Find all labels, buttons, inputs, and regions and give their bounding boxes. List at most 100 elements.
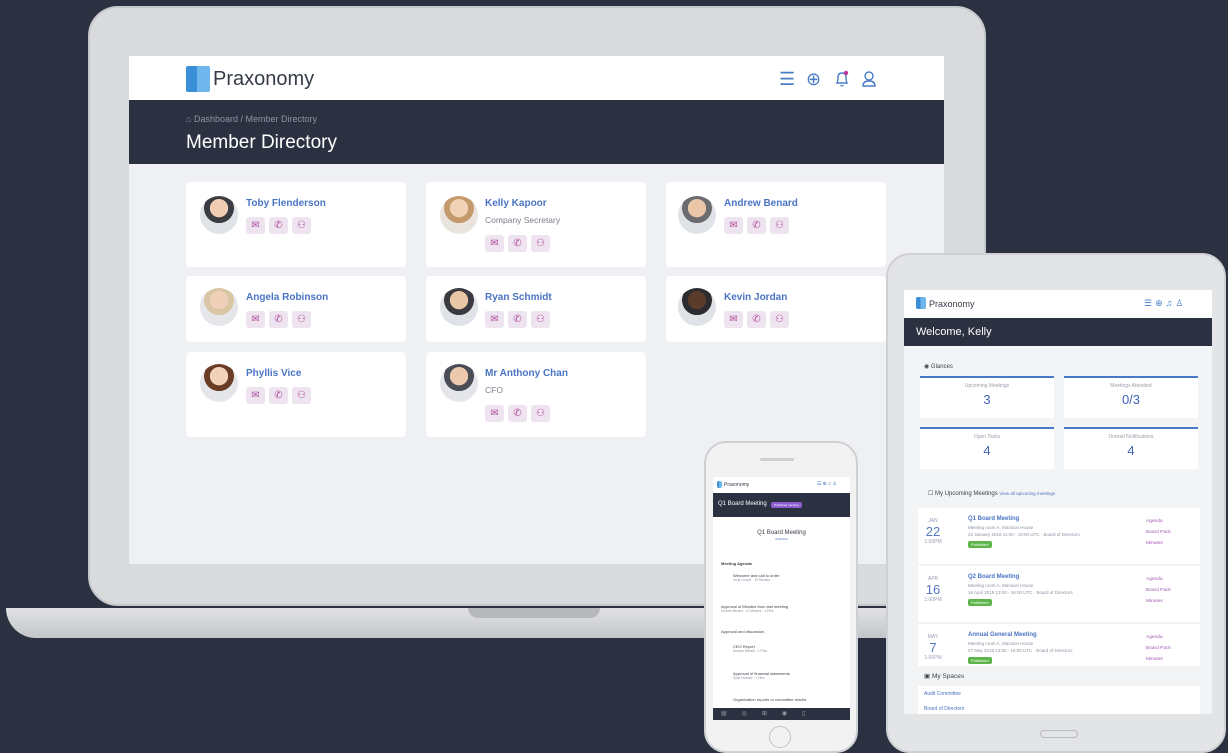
space-item[interactable]: Board of Directors (924, 706, 964, 712)
member-name[interactable]: Mr Anthony Chan (485, 368, 568, 379)
user-icon[interactable] (861, 70, 877, 91)
member-card: Andrew Benard ✉ ✆ ⚇ (666, 182, 886, 267)
email-icon[interactable]: ✉ (246, 387, 265, 404)
tablet-home-button (1040, 730, 1078, 738)
member-actions: ✉ ✆ ⚇ (246, 385, 315, 404)
agenda-item[interactable]: Approval of Minutes from last meeting And… (721, 604, 788, 613)
page-title: Member Directory (186, 132, 337, 153)
phone-icon[interactable]: ✆ (269, 217, 288, 234)
member-name[interactable]: Angela Robinson (246, 292, 328, 303)
profile-icon[interactable]: ⚇ (531, 235, 550, 252)
phone-bottom-bar[interactable]: ▤◎⊞◉▯ (713, 708, 850, 720)
meeting-links[interactable]: Agenda Board Pack Minutes (1146, 574, 1171, 607)
member-name[interactable]: Phyllis Vice (246, 368, 301, 379)
meeting-links[interactable]: Agenda Board Pack Minutes (1146, 632, 1171, 665)
home-icon[interactable]: ⌂ (186, 114, 191, 124)
member-role: Company Secretary (485, 215, 561, 225)
member-name[interactable]: Kevin Jordan (724, 292, 787, 303)
agenda-item[interactable]: Approval of financial statements Ryan How… (721, 671, 790, 680)
view-all-link[interactable]: View all upcoming meetings (999, 491, 1055, 496)
navbar-icons[interactable]: ☰⊕♫♙ (1144, 298, 1186, 309)
profile-icon[interactable]: ⚇ (770, 217, 789, 234)
avatar[interactable] (440, 288, 478, 326)
avatar[interactable] (678, 288, 716, 326)
navbar-icons[interactable]: ☰⊕♫♙ (817, 481, 838, 487)
glance-card[interactable]: Meetings Attended 0/3 (1064, 376, 1198, 418)
profile-icon[interactable]: ⚇ (531, 405, 550, 422)
profile-icon[interactable]: ⚇ (292, 311, 311, 328)
menu-icon[interactable]: ☰ (779, 70, 795, 88)
member-actions: ✉ ✆ ⚇ (724, 309, 793, 328)
phone-icon[interactable]: ✆ (747, 311, 766, 328)
meeting-location: Meeting room A, Mansion House (968, 641, 1034, 646)
meeting-links[interactable]: Agenda Board Pack Minutes (1146, 516, 1171, 549)
email-icon[interactable]: ✉ (724, 217, 743, 234)
profile-icon[interactable]: ⚇ (531, 311, 550, 328)
member-name[interactable]: Toby Flenderson (246, 198, 326, 209)
praxonomy-logo-icon[interactable] (916, 297, 926, 309)
email-icon[interactable]: ✉ (485, 405, 504, 422)
glance-card[interactable]: Open Tasks 4 (920, 427, 1054, 469)
email-icon[interactable]: ✉ (246, 217, 265, 234)
avatar[interactable] (440, 196, 478, 234)
phone-screen: Praxonomy ☰⊕♫♙ Q1 Board Meeting Publishe… (713, 477, 850, 720)
phone-icon[interactable]: ✆ (269, 311, 288, 328)
phone-icon[interactable]: ✆ (508, 311, 527, 328)
meeting-row[interactable]: JAN 22 1:00PM Q1 Board Meeting Meeting roo… (918, 508, 1200, 564)
brand-name[interactable]: Praxonomy (724, 482, 749, 488)
member-name[interactable]: Ryan Schmidt (485, 292, 552, 303)
meeting-title[interactable]: Q2 Board Meeting (968, 574, 1019, 580)
breadcrumb-separator: / (240, 114, 244, 124)
breadcrumb-home[interactable]: Dashboard (194, 114, 238, 124)
email-icon[interactable]: ✉ (485, 311, 504, 328)
welcome-title: Welcome, Kelly (916, 326, 992, 338)
member-actions: ✉ ✆ ⚇ (246, 215, 315, 234)
agenda-item[interactable]: Welcome and call to order Andy Cooper · 1… (721, 573, 779, 582)
space-item[interactable]: Audit Committee (924, 691, 961, 697)
agenda-section-title: Meeting Agenda (721, 561, 752, 566)
bell-icon[interactable] (834, 70, 850, 91)
profile-icon[interactable]: ⚇ (292, 217, 311, 234)
glance-card[interactable]: Unread Notifications 4 (1064, 427, 1198, 469)
member-card: Phyllis Vice ✉ ✆ ⚇ (186, 352, 406, 437)
status-badge: Published (968, 541, 992, 548)
avatar[interactable] (200, 288, 238, 326)
brand-name[interactable]: Praxonomy (929, 299, 975, 309)
breadcrumb: ⌂ Dashboard / Member Directory (186, 114, 317, 124)
meeting-date: MAY 7 1:00PM (924, 634, 942, 661)
agenda-item[interactable]: Organization reports or committee result… (721, 697, 806, 702)
praxonomy-logo-icon[interactable] (186, 66, 210, 92)
phone-speaker (760, 458, 794, 461)
avatar[interactable] (200, 364, 238, 402)
meeting-when: 22 January 2019 11:00 - 19:00 UTC · Boar… (968, 532, 1080, 537)
avatar[interactable] (200, 196, 238, 234)
meeting-when: 16 April 2019 13:00 - 18:00 UTC · Board … (968, 590, 1073, 595)
email-icon[interactable]: ✉ (724, 311, 743, 328)
glance-card[interactable]: Upcoming Meetings 3 (920, 376, 1054, 418)
agenda-item[interactable]: Approval and discussion (721, 629, 764, 634)
tablet-screen: Praxonomy ☰⊕♫♙ Welcome, Kelly ◉ Glances … (904, 290, 1212, 714)
profile-icon[interactable]: ⚇ (770, 311, 789, 328)
brand-name[interactable]: Praxonomy (213, 68, 314, 91)
praxonomy-logo-icon[interactable] (717, 481, 722, 488)
member-name[interactable]: Kelly Kapoor (485, 198, 547, 209)
add-icon[interactable]: ⊕ (806, 70, 821, 88)
email-icon[interactable]: ✉ (246, 311, 265, 328)
phone-icon[interactable]: ✆ (747, 217, 766, 234)
meeting-row[interactable]: APR 16 1:00PM Q2 Board Meeting Meeting roo… (918, 566, 1200, 622)
member-name[interactable]: Andrew Benard (724, 198, 798, 209)
phone-icon[interactable]: ✆ (508, 235, 527, 252)
avatar[interactable] (678, 196, 716, 234)
meeting-title[interactable]: Q1 Board Meeting (968, 516, 1019, 522)
breadcrumb-current: Member Directory (245, 114, 318, 124)
meeting-title[interactable]: Annual General Meeting (968, 632, 1037, 638)
agenda-item[interactable]: CEO Report Andrew Benard · 1 Files (721, 644, 767, 653)
phone-icon[interactable]: ✆ (269, 387, 288, 404)
profile-icon[interactable]: ⚇ (292, 387, 311, 404)
member-card: Ryan Schmidt ✉ ✆ ⚇ (426, 276, 646, 342)
email-icon[interactable]: ✉ (485, 235, 504, 252)
glances-title: ◉ Glances (924, 364, 953, 370)
phone-icon[interactable]: ✆ (508, 405, 527, 422)
avatar[interactable] (440, 364, 478, 402)
meeting-row[interactable]: MAY 7 1:00PM Annual General Meeting Meetin… (918, 624, 1200, 666)
